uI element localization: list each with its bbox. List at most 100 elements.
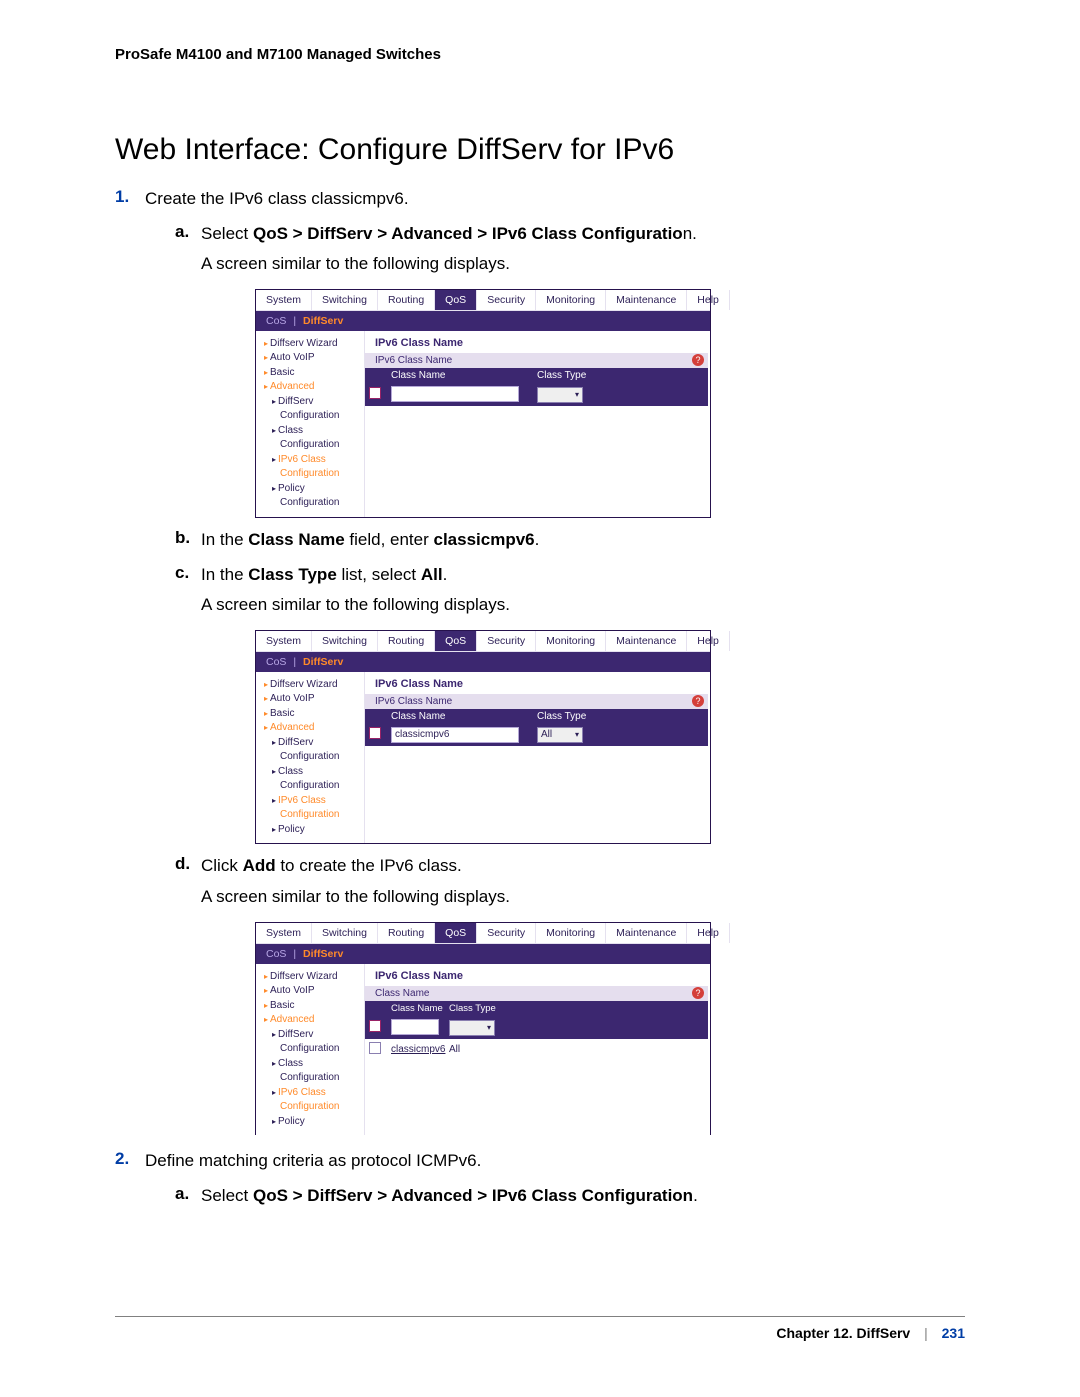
input-row: ▾	[365, 1016, 708, 1039]
side-class-conf[interactable]: Configuration	[264, 779, 364, 794]
side-diffserv-conf[interactable]: Configuration	[264, 750, 364, 765]
top-tabs: System Switching Routing QoS Security Mo…	[256, 290, 710, 311]
tab-qos[interactable]: QoS	[435, 923, 477, 943]
page-footer: Chapter 12. DiffServ | 231	[776, 1325, 965, 1341]
tab-monitoring[interactable]: Monitoring	[536, 631, 606, 651]
side-basic[interactable]: Basic	[264, 366, 364, 381]
panel-header: IPv6 Class Name ?	[365, 353, 708, 368]
running-header: ProSafe M4100 and M7100 Managed Switches	[115, 46, 965, 63]
help-icon[interactable]: ?	[692, 695, 704, 707]
side-basic[interactable]: Basic	[264, 707, 364, 722]
step-2-text: Define matching criteria as protocol ICM…	[145, 1151, 481, 1170]
col-class-type: Class Type	[443, 1003, 708, 1014]
tab-security[interactable]: Security	[477, 290, 536, 310]
side-ipv6class-item[interactable]: IPv6 Class	[264, 1086, 364, 1101]
subtab-diffserv[interactable]: DiffServ	[303, 948, 343, 960]
side-ipv6class-conf[interactable]: Configuration	[264, 1100, 364, 1115]
side-policy-conf[interactable]: Configuration	[264, 496, 364, 511]
tab-monitoring[interactable]: Monitoring	[536, 290, 606, 310]
class-name-input[interactable]: classicmpv6	[391, 727, 519, 743]
side-auto-voip[interactable]: Auto VoIP	[264, 984, 364, 999]
screenshot-3: System Switching Routing QoS Security Mo…	[255, 922, 965, 1136]
side-class-conf[interactable]: Configuration	[264, 1071, 364, 1086]
panel-title: IPv6 Class Name	[365, 970, 710, 986]
column-headers: Class Name Class Type	[365, 1001, 708, 1016]
footer-divider	[115, 1316, 965, 1317]
side-diffserv-item[interactable]: DiffServ	[264, 395, 364, 410]
tab-maintenance[interactable]: Maintenance	[606, 923, 687, 943]
tab-monitoring[interactable]: Monitoring	[536, 923, 606, 943]
side-class-item[interactable]: Class	[264, 765, 364, 780]
side-ipv6class-item[interactable]: IPv6 Class	[264, 794, 364, 809]
top-tabs: System Switching Routing QoS Security Mo…	[256, 631, 710, 652]
tab-routing[interactable]: Routing	[378, 631, 435, 651]
side-auto-voip[interactable]: Auto VoIP	[264, 351, 364, 366]
side-ipv6class-conf[interactable]: Configuration	[264, 467, 364, 482]
class-type-value: All	[449, 1044, 460, 1055]
class-type-select[interactable]: ▾	[537, 387, 583, 403]
tab-system[interactable]: System	[256, 923, 312, 943]
help-icon[interactable]: ?	[692, 354, 704, 366]
side-diffserv-item[interactable]: DiffServ	[264, 1028, 364, 1043]
row-checkbox[interactable]	[369, 727, 381, 739]
tab-switching[interactable]: Switching	[312, 290, 378, 310]
side-diffserv-conf[interactable]: Configuration	[264, 409, 364, 424]
row-checkbox[interactable]	[369, 1020, 381, 1032]
step-number-1: 1.	[115, 187, 129, 207]
tab-maintenance[interactable]: Maintenance	[606, 631, 687, 651]
col-class-name: Class Name	[385, 370, 531, 381]
chevron-down-icon: ▾	[575, 728, 579, 742]
tab-help[interactable]: Help	[687, 290, 730, 310]
tab-switching[interactable]: Switching	[312, 923, 378, 943]
tab-qos[interactable]: QoS	[435, 290, 477, 310]
tab-qos[interactable]: QoS	[435, 631, 477, 651]
tab-help[interactable]: Help	[687, 923, 730, 943]
side-diffserv-wizard[interactable]: Diffserv Wizard	[264, 970, 364, 985]
tab-system[interactable]: System	[256, 631, 312, 651]
side-class-item[interactable]: Class	[264, 424, 364, 439]
tab-security[interactable]: Security	[477, 631, 536, 651]
tab-routing[interactable]: Routing	[378, 923, 435, 943]
step-1d-num: d.	[175, 854, 190, 874]
side-diffserv-item[interactable]: DiffServ	[264, 736, 364, 751]
side-diffserv-conf[interactable]: Configuration	[264, 1042, 364, 1057]
side-diffserv-wizard[interactable]: Diffserv Wizard	[264, 678, 364, 693]
row-checkbox[interactable]	[369, 1042, 381, 1054]
subtab-diffserv[interactable]: DiffServ	[303, 656, 343, 668]
col-class-name: Class Name	[385, 1003, 443, 1014]
side-advanced[interactable]: Advanced	[264, 721, 364, 736]
help-icon[interactable]: ?	[692, 987, 704, 999]
class-name-input[interactable]	[391, 1019, 439, 1035]
tab-maintenance[interactable]: Maintenance	[606, 290, 687, 310]
side-policy-item[interactable]: Policy	[264, 1115, 364, 1130]
side-class-conf[interactable]: Configuration	[264, 438, 364, 453]
subtab-cos[interactable]: CoS	[266, 315, 286, 327]
class-type-select[interactable]: ▾	[449, 1020, 495, 1036]
side-policy-item[interactable]: Policy	[264, 482, 364, 497]
class-name-input[interactable]	[391, 386, 519, 402]
tab-security[interactable]: Security	[477, 923, 536, 943]
side-ipv6class-item[interactable]: IPv6 Class	[264, 453, 364, 468]
side-basic[interactable]: Basic	[264, 999, 364, 1014]
side-advanced[interactable]: Advanced	[264, 1013, 364, 1028]
tab-help[interactable]: Help	[687, 631, 730, 651]
tab-system[interactable]: System	[256, 290, 312, 310]
step-1d-text: Click Add to create the IPv6 class.	[201, 856, 462, 875]
tab-switching[interactable]: Switching	[312, 631, 378, 651]
side-diffserv-wizard[interactable]: Diffserv Wizard	[264, 337, 364, 352]
row-checkbox[interactable]	[369, 387, 381, 399]
class-link[interactable]: classicmpv6	[391, 1044, 445, 1055]
subtab-diffserv[interactable]: DiffServ	[303, 315, 343, 327]
subtab-cos[interactable]: CoS	[266, 656, 286, 668]
side-advanced[interactable]: Advanced	[264, 380, 364, 395]
step-1c-after: A screen similar to the following displa…	[201, 593, 965, 618]
side-auto-voip[interactable]: Auto VoIP	[264, 692, 364, 707]
side-class-item[interactable]: Class	[264, 1057, 364, 1072]
side-ipv6class-conf[interactable]: Configuration	[264, 808, 364, 823]
subtab-cos[interactable]: CoS	[266, 948, 286, 960]
side-nav: Diffserv Wizard Auto VoIP Basic Advanced…	[256, 964, 365, 1136]
chevron-down-icon: ▾	[487, 1021, 491, 1035]
tab-routing[interactable]: Routing	[378, 290, 435, 310]
class-type-select[interactable]: All▾	[537, 727, 583, 743]
side-policy-item[interactable]: Policy	[264, 823, 364, 838]
